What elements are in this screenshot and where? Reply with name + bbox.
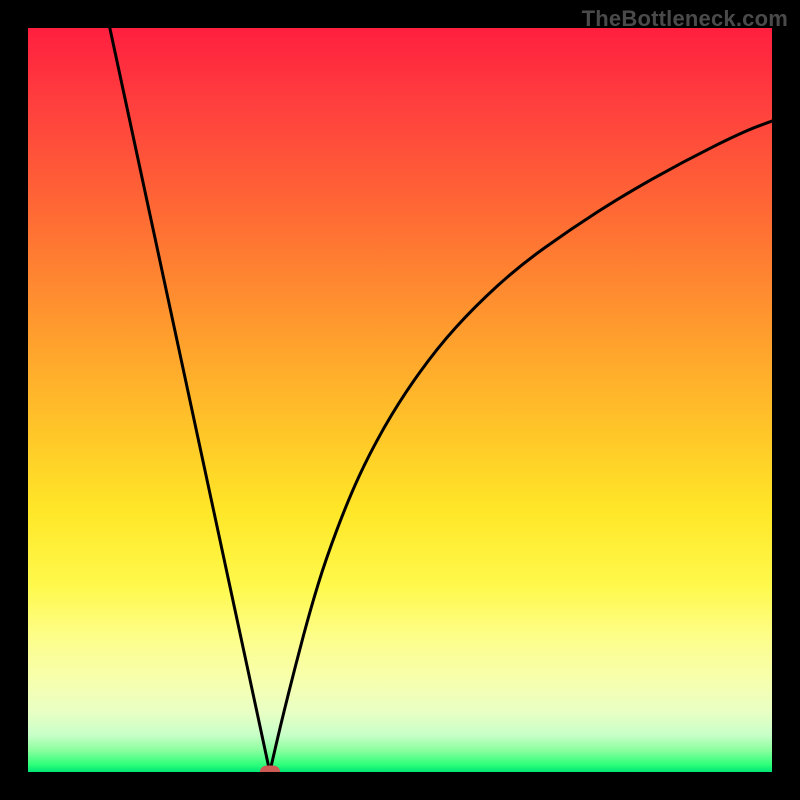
watermark-text: TheBottleneck.com <box>582 6 788 32</box>
curve-layer <box>28 28 772 772</box>
cusp-marker <box>260 766 280 773</box>
right-branch-curve <box>270 121 772 772</box>
chart-frame: TheBottleneck.com <box>0 0 800 800</box>
left-branch-curve <box>110 28 270 772</box>
plot-area <box>28 28 772 772</box>
